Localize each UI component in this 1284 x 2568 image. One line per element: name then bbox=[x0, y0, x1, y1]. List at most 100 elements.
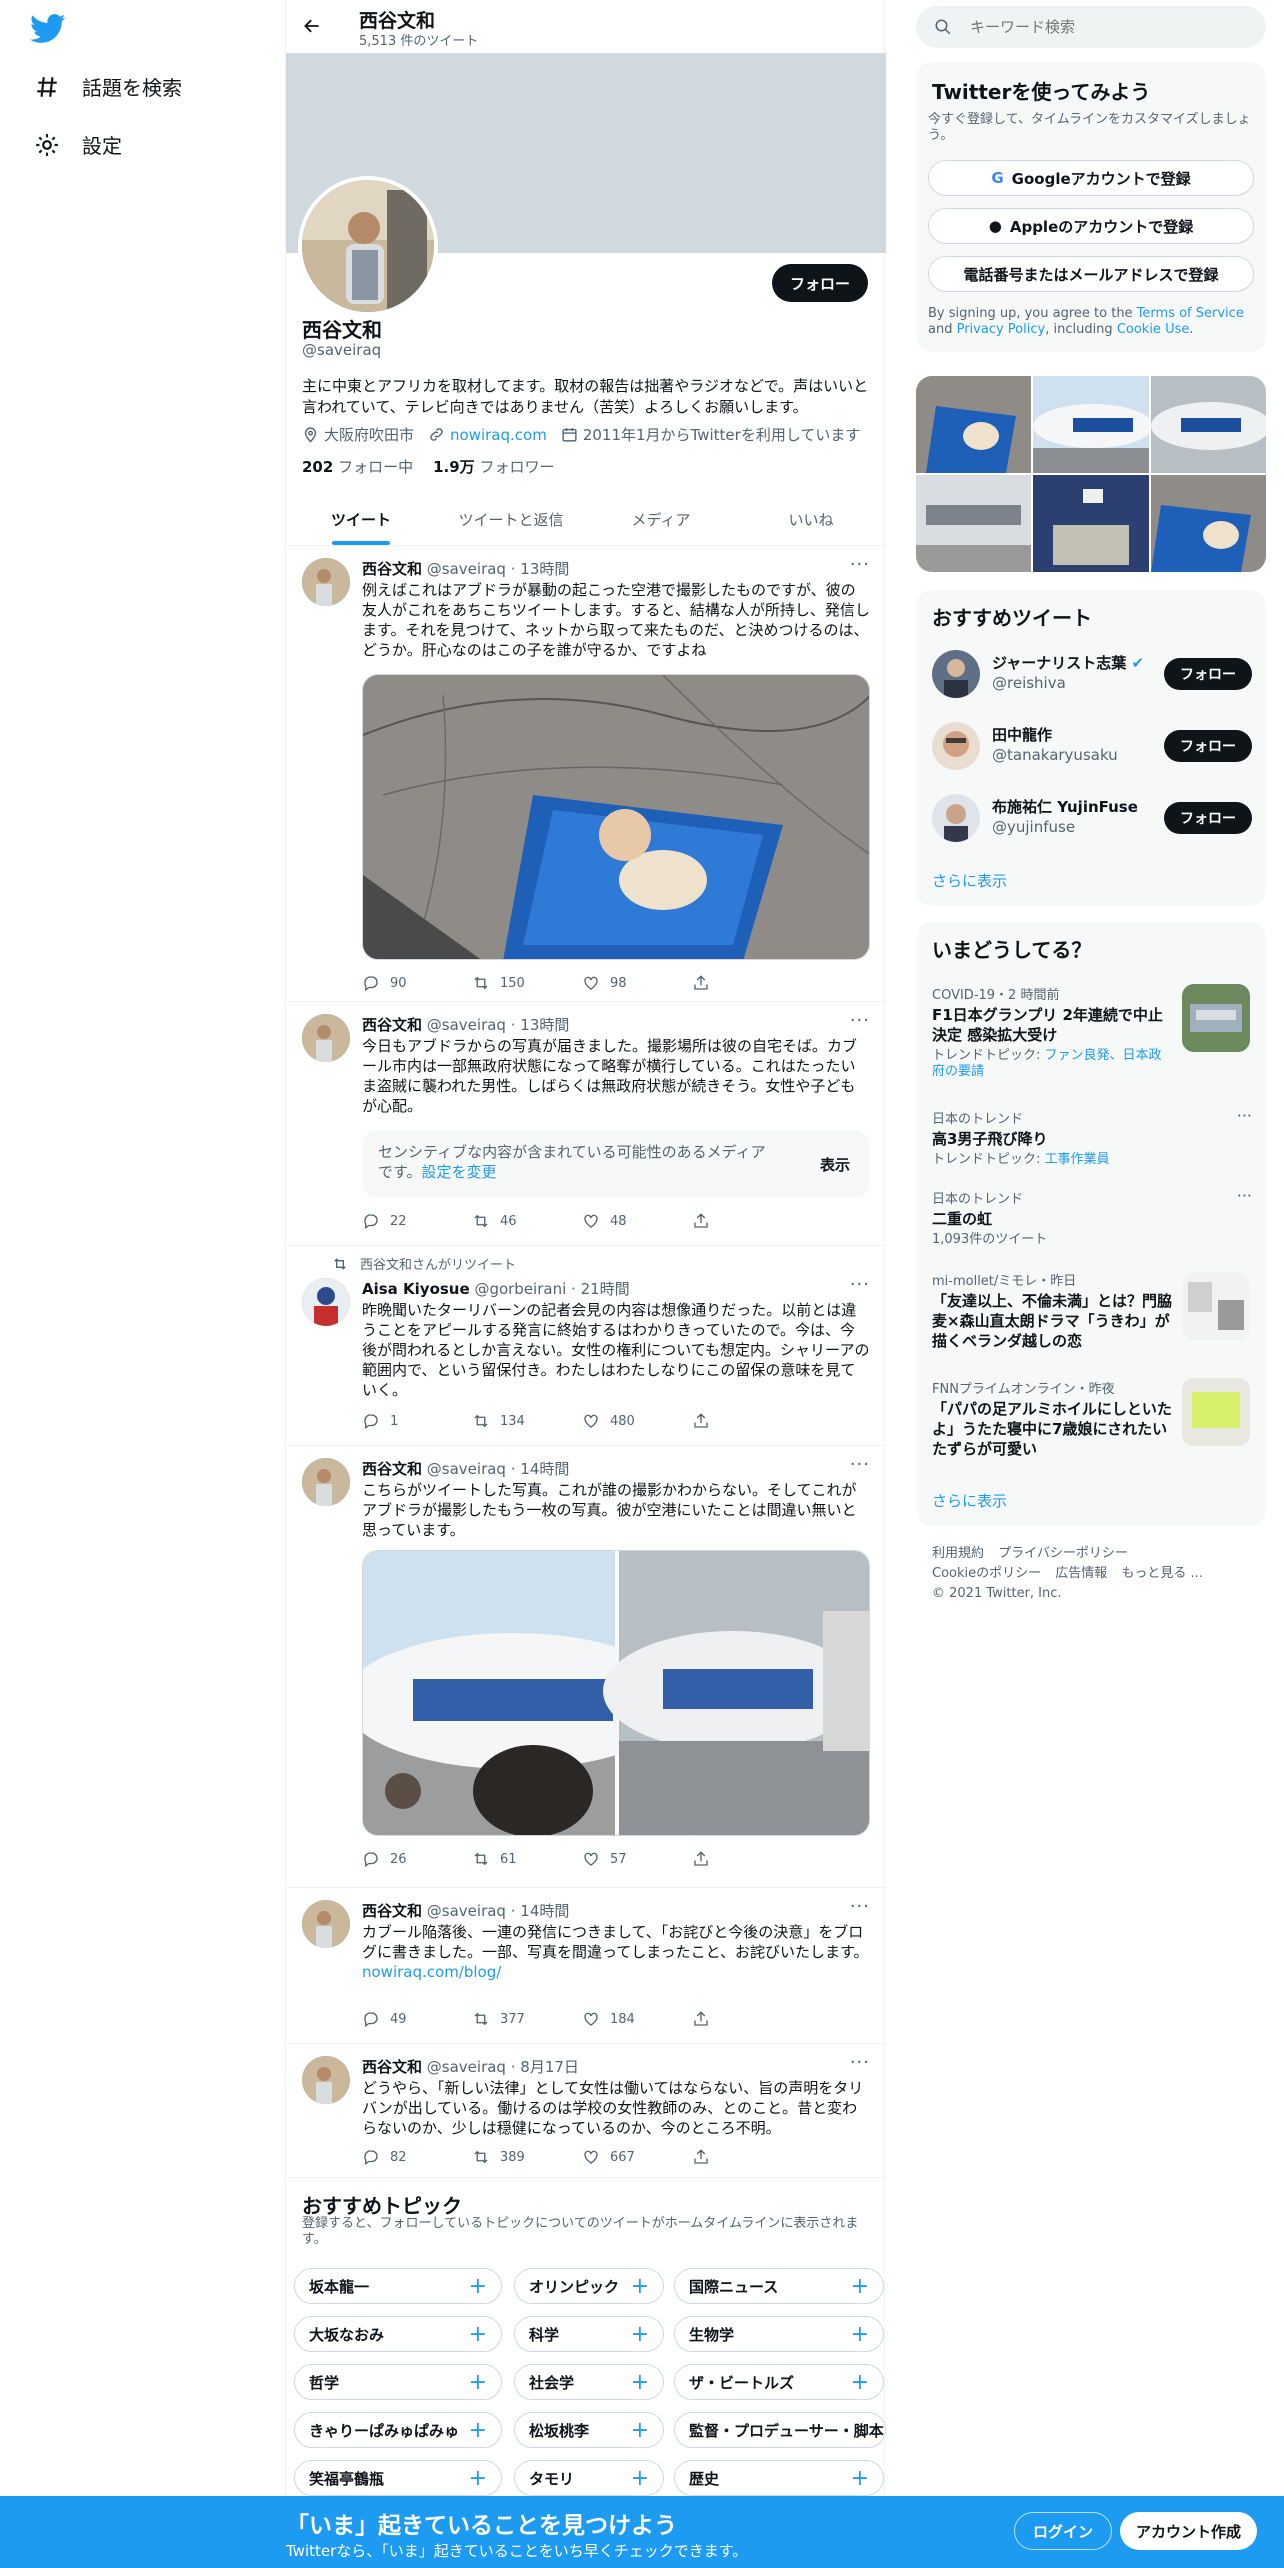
reply-button[interactable]: 49 bbox=[362, 2010, 472, 2028]
trend-item[interactable]: 日本のトレンド 二重の虹 1,093件のツイート bbox=[932, 1188, 1252, 1248]
reply-button[interactable]: 1 bbox=[362, 1412, 472, 1430]
like-button[interactable]: 667 bbox=[582, 2148, 692, 2166]
tab-tweets-replies[interactable]: ツイートと返信 bbox=[436, 493, 586, 545]
login-button[interactable]: ログイン bbox=[1014, 2512, 1113, 2550]
share-button[interactable] bbox=[692, 974, 802, 992]
media-thumbnail[interactable] bbox=[1151, 475, 1266, 572]
tab-media[interactable]: メディア bbox=[586, 493, 736, 545]
footer-link[interactable]: 広告情報 bbox=[1055, 1566, 1107, 1581]
tweet[interactable]: 西谷文和 @saveiraq · 8月17日 ··· どうやら、「新しい法律」と… bbox=[286, 2044, 886, 2178]
like-button[interactable]: 48 bbox=[582, 1212, 692, 1230]
tweet[interactable]: 西谷文和さんがリツイート Aisa Kiyosue @gorbeirani · … bbox=[286, 1246, 886, 1446]
tab-tweets[interactable]: ツイート bbox=[286, 493, 436, 545]
share-button[interactable] bbox=[692, 2010, 802, 2028]
topic-chip[interactable]: オリンピック + bbox=[514, 2268, 664, 2304]
share-button[interactable] bbox=[692, 1850, 802, 1868]
media-thumbnail[interactable] bbox=[1151, 376, 1266, 473]
avatar[interactable] bbox=[932, 722, 980, 770]
trend-thumbnail[interactable] bbox=[1182, 1272, 1250, 1340]
suggested-user[interactable]: 田中龍作 @tanakaryusaku フォロー bbox=[932, 720, 1252, 776]
tweet-avatar[interactable] bbox=[302, 1900, 350, 1948]
apple-signup-button[interactable]: ● Appleのアカウントで登録 bbox=[928, 208, 1254, 244]
trend-thumbnail[interactable] bbox=[1182, 1378, 1250, 1446]
footer-link[interactable]: 利用規約 bbox=[932, 1546, 984, 1561]
topic-chip[interactable]: 松坂桃李 + bbox=[514, 2412, 664, 2448]
google-signup-button[interactable]: G Googleアカウントで登録 bbox=[928, 160, 1254, 196]
tab-likes[interactable]: いいね bbox=[736, 493, 886, 545]
more-icon[interactable]: ··· bbox=[1237, 1186, 1252, 1205]
tweet-avatar[interactable] bbox=[302, 1014, 350, 1062]
tweet[interactable]: 西谷文和 @saveiraq · 14時間 ··· カブール陥落後、一連の発信に… bbox=[286, 1888, 886, 2044]
trend-item[interactable]: 日本のトレンド 高3男子飛び降り トレンドトピック: 工事作業員 bbox=[932, 1108, 1252, 1168]
more-icon[interactable]: ··· bbox=[850, 1454, 870, 1475]
tweet-avatar[interactable] bbox=[302, 2056, 350, 2104]
avatar[interactable] bbox=[932, 650, 980, 698]
tweet-avatar[interactable] bbox=[302, 1278, 350, 1326]
follow-button[interactable]: フォロー bbox=[771, 264, 868, 302]
more-icon[interactable]: ··· bbox=[850, 2052, 870, 2073]
retweet-button[interactable]: 389 bbox=[472, 2148, 582, 2166]
cookie-link[interactable]: Cookie Use bbox=[1117, 322, 1190, 337]
privacy-link[interactable]: Privacy Policy bbox=[957, 322, 1046, 337]
following-stat[interactable]: 202 フォロー中 bbox=[302, 456, 413, 477]
tweet[interactable]: 西谷文和 @saveiraq · 13時間 ··· 例えばこれはアブドラが暴動の… bbox=[286, 546, 886, 1002]
website[interactable]: nowiraq.com bbox=[428, 426, 547, 444]
topic-chip[interactable]: 哲学 + bbox=[294, 2364, 502, 2400]
terms-link[interactable]: Terms of Service bbox=[1137, 306, 1244, 321]
more-icon[interactable]: ··· bbox=[850, 1010, 870, 1031]
like-button[interactable]: 184 bbox=[582, 2010, 692, 2028]
trend-thumbnail[interactable] bbox=[1182, 984, 1250, 1052]
show-media-button[interactable]: 表示 bbox=[820, 1154, 850, 1175]
follow-button[interactable]: フォロー bbox=[1164, 730, 1252, 762]
follow-button[interactable]: フォロー bbox=[1164, 658, 1252, 690]
footer-link[interactable]: プライバシーポリシー bbox=[998, 1546, 1128, 1561]
topic-chip[interactable]: 社会学 + bbox=[514, 2364, 664, 2400]
more-icon[interactable]: ··· bbox=[850, 1274, 870, 1295]
reply-button[interactable]: 26 bbox=[362, 1850, 472, 1868]
show-more-link[interactable]: さらに表示 bbox=[932, 870, 1007, 891]
followers-stat[interactable]: 1.9万 フォロワー bbox=[433, 456, 554, 477]
trend-topic-link[interactable]: 工事作業員 bbox=[1045, 1152, 1110, 1167]
reply-button[interactable]: 90 bbox=[362, 974, 472, 992]
tweet[interactable]: 西谷文和 @saveiraq · 13時間 ··· 今日もアブドラからの写真が届… bbox=[286, 1002, 886, 1246]
more-icon[interactable]: ··· bbox=[850, 554, 870, 575]
settings-change-link[interactable]: 設定を変更 bbox=[422, 1163, 497, 1181]
topic-chip[interactable]: 国際ニュース + bbox=[674, 2268, 884, 2304]
trend-item[interactable]: FNNプライムオンライン・昨夜 「パパの足アルミホイルにしといたよ」うたた寝中に… bbox=[932, 1378, 1172, 1459]
tweet-avatar[interactable] bbox=[302, 1458, 350, 1506]
topic-chip[interactable]: 坂本龍一 + bbox=[294, 2268, 502, 2304]
retweet-button[interactable]: 150 bbox=[472, 974, 582, 992]
media-thumbnail[interactable] bbox=[916, 475, 1031, 572]
back-arrow-icon[interactable] bbox=[302, 16, 322, 36]
tweet-media-images[interactable] bbox=[362, 1550, 870, 1836]
media-thumbnail[interactable] bbox=[1033, 475, 1149, 572]
avatar[interactable] bbox=[932, 794, 980, 842]
trend-item[interactable]: COVID-19・2 時間前 F1日本グランプリ 2年連続で中止決定 感染拡大受… bbox=[932, 984, 1172, 1080]
topic-chip[interactable]: 監督・プロデューサー・脚本 bbox=[674, 2412, 886, 2448]
tweet-media-image[interactable] bbox=[362, 674, 870, 960]
retweet-button[interactable]: 46 bbox=[472, 1212, 582, 1230]
footer-link[interactable]: もっと見る ... bbox=[1121, 1566, 1203, 1581]
share-button[interactable] bbox=[692, 2148, 802, 2166]
topic-chip[interactable]: 笑福亭鶴瓶 + bbox=[294, 2460, 502, 2496]
footer-link[interactable]: Cookieのポリシー bbox=[932, 1566, 1041, 1581]
nav-item-settings[interactable]: 設定 bbox=[34, 130, 122, 159]
topic-chip[interactable]: タモリ + bbox=[514, 2460, 664, 2496]
more-icon[interactable]: ··· bbox=[1237, 1106, 1252, 1125]
like-button[interactable]: 57 bbox=[582, 1850, 692, 1868]
retweet-button[interactable]: 61 bbox=[472, 1850, 582, 1868]
twitter-logo-icon[interactable] bbox=[30, 14, 66, 44]
topic-chip[interactable]: 大坂なおみ + bbox=[294, 2316, 502, 2352]
topic-chip[interactable]: 科学 + bbox=[514, 2316, 664, 2352]
signup-button[interactable]: アカウント作成 bbox=[1120, 2512, 1258, 2550]
phone-email-signup-button[interactable]: 電話番号またはメールアドレスで登録 bbox=[928, 256, 1254, 292]
trend-item[interactable]: mi-mollet/ミモレ・昨日 「友達以上、不倫未満」とは？門脇麦×森山直太朗… bbox=[932, 1270, 1172, 1351]
topic-chip[interactable]: ザ・ビートルズ + bbox=[674, 2364, 884, 2400]
show-more-link[interactable]: さらに表示 bbox=[932, 1490, 1007, 1511]
search-box[interactable] bbox=[916, 6, 1266, 48]
like-button[interactable]: 98 bbox=[582, 974, 692, 992]
topic-chip[interactable]: 歴史 + bbox=[674, 2460, 884, 2496]
suggested-user[interactable]: 布施祐仁 YujinFuse @yujinfuse フォロー bbox=[932, 792, 1252, 848]
retweet-button[interactable]: 134 bbox=[472, 1412, 582, 1430]
tweet-link[interactable]: nowiraq.com/blog/ bbox=[362, 1963, 501, 1981]
